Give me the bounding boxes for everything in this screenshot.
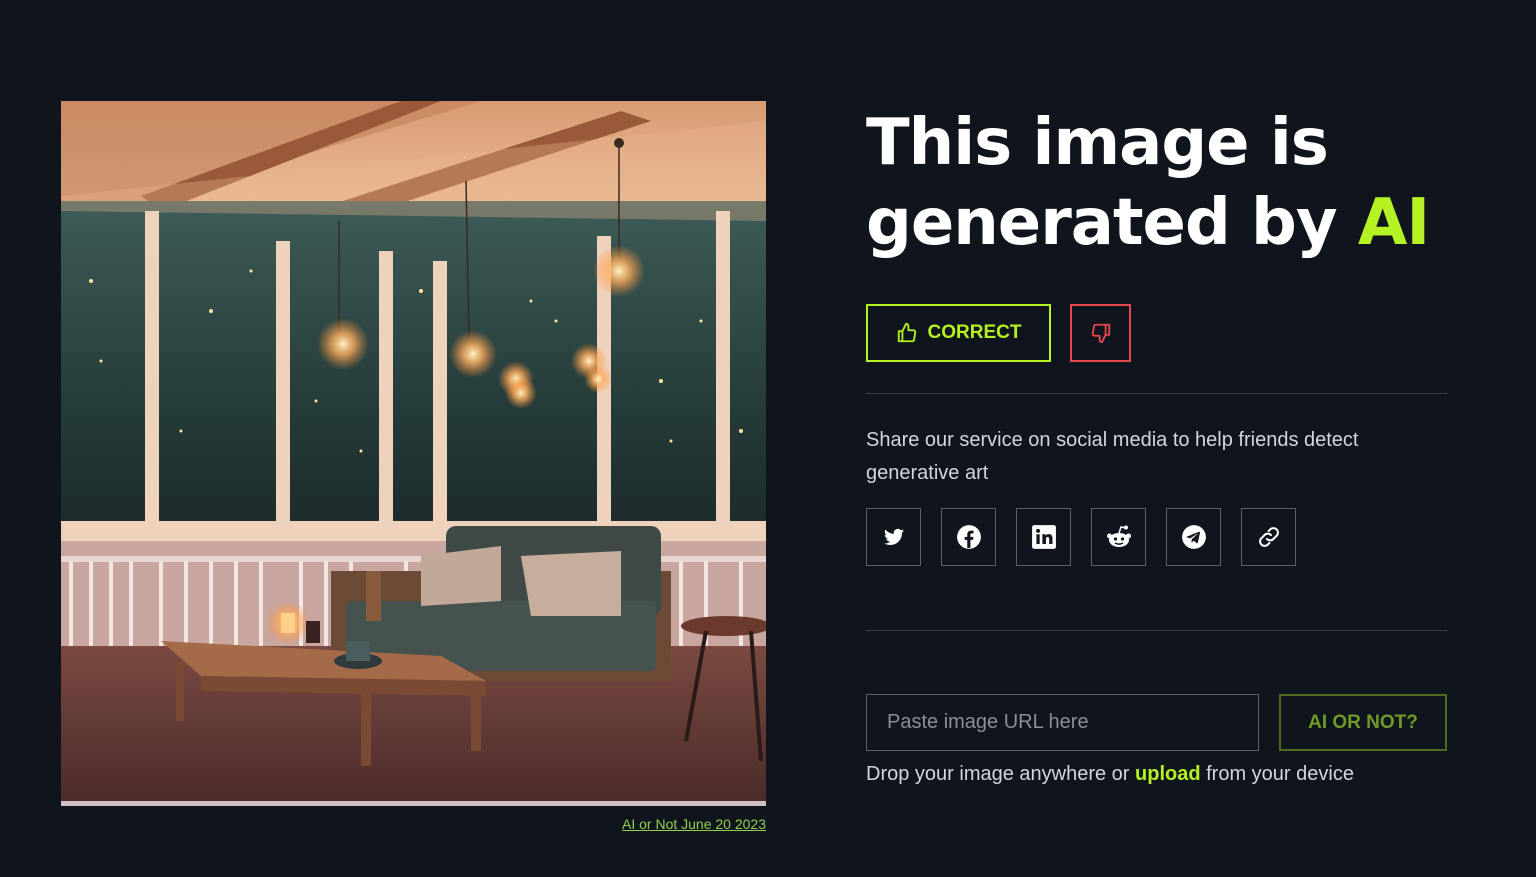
headline-accent: AI <box>1357 186 1430 260</box>
facebook-icon <box>956 525 981 549</box>
thumbs-down-icon <box>1091 323 1110 344</box>
reddit-icon <box>1106 525 1131 547</box>
drop-instructions: Drop your image anywhere or upload from … <box>866 763 1447 786</box>
porch-illustration <box>61 101 766 806</box>
ai-or-not-button[interactable]: AI OR NOT? <box>1279 694 1447 751</box>
image-caption-link[interactable]: AI or Not June 20 2023 <box>600 816 766 832</box>
share-linkedin-button[interactable] <box>1016 508 1071 566</box>
share-text: Share our service on social media to hel… <box>866 429 1359 484</box>
telegram-icon <box>1181 525 1206 549</box>
divider <box>866 393 1447 394</box>
twitter-icon <box>883 528 904 546</box>
headline-text: This image is generated by <box>866 106 1358 260</box>
social-share-buttons <box>866 508 1296 566</box>
correct-button[interactable]: CORRECT <box>866 304 1051 362</box>
link-icon <box>1258 527 1279 547</box>
share-facebook-button[interactable] <box>941 508 996 566</box>
image-url-input[interactable] <box>866 694 1259 751</box>
share-telegram-button[interactable] <box>1166 508 1221 566</box>
upload-link[interactable]: upload <box>1135 763 1201 785</box>
result-image <box>61 101 766 806</box>
incorrect-button[interactable] <box>1070 304 1131 362</box>
result-headline: This image is generated by AI <box>866 103 1466 263</box>
thumbs-up-icon <box>897 322 916 343</box>
correct-label: CORRECT <box>927 322 1022 343</box>
linkedin-icon <box>1031 525 1056 549</box>
copy-link-button[interactable] <box>1241 508 1296 566</box>
divider <box>866 630 1447 631</box>
share-twitter-button[interactable] <box>866 508 921 566</box>
drop-prefix: Drop your image anywhere or <box>866 763 1136 785</box>
share-reddit-button[interactable] <box>1091 508 1146 566</box>
drop-suffix: from your device <box>1200 763 1354 785</box>
result-panel: This image is generated by AI CORRECT Sh… <box>866 0 1447 877</box>
